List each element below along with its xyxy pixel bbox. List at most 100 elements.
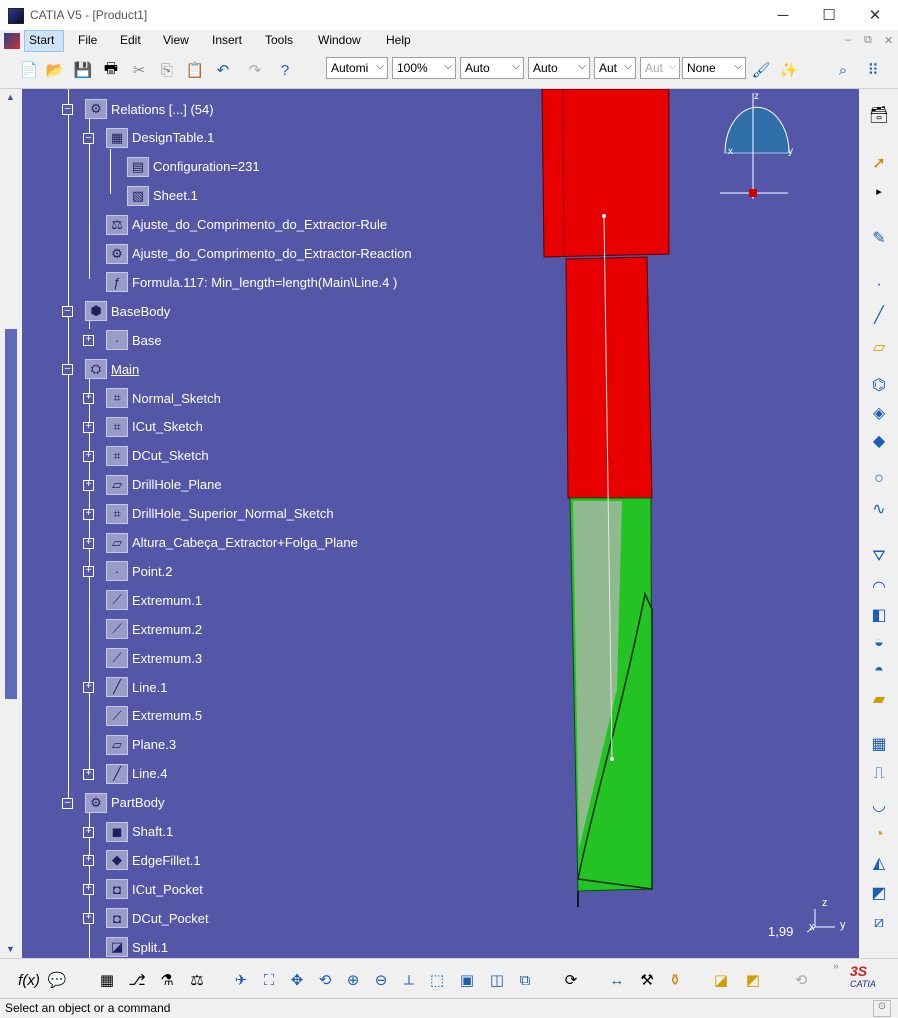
point-tool-icon[interactable]: · xyxy=(867,273,891,297)
tree-node[interactable]: ⟋ Extremum.1 xyxy=(106,589,202,611)
collapse-icon[interactable]: – xyxy=(62,104,73,115)
measure-item-icon[interactable]: ⚒ xyxy=(636,969,658,991)
catalog-icon[interactable]: ⎇ xyxy=(126,969,148,991)
graphic-properties-icon[interactable]: ✨ xyxy=(778,59,800,81)
expand-icon[interactable]: + xyxy=(83,826,94,838)
print-icon[interactable]: 🖶 xyxy=(100,59,122,81)
undo-icon[interactable]: ↶ xyxy=(212,59,234,81)
tree-node[interactable]: ⌗ DCut_Sketch xyxy=(106,445,209,467)
comment-icon[interactable]: 💬 xyxy=(46,969,68,991)
maximize-button[interactable]: ☐ xyxy=(806,0,852,30)
tree-node[interactable]: ▤ Configuration=231 xyxy=(127,156,260,178)
formula-icon[interactable]: f(x) xyxy=(18,969,40,991)
draft-icon[interactable]: ◭ xyxy=(867,851,891,875)
tree-node[interactable]: ⟋ Extremum.2 xyxy=(106,618,202,640)
menu-file[interactable]: File xyxy=(78,33,97,47)
tree-node[interactable]: ▱ DrillHole_Plane xyxy=(106,474,222,496)
knowledge-icon[interactable]: ⚗ xyxy=(156,969,178,991)
menu-insert[interactable]: Insert xyxy=(212,33,242,47)
tree-node[interactable]: ⚙ Ajuste_do_Comprimento_do_Extractor-Reac… xyxy=(106,243,412,265)
measure-inertia-icon[interactable]: ⚱ xyxy=(664,969,686,991)
catalog-browser-icon[interactable]: ◩ xyxy=(742,969,764,991)
tree-node[interactable]: ◆ EdgeFillet.1 xyxy=(106,849,201,871)
doc-restore-icon[interactable]: ⧉ xyxy=(864,34,872,47)
lookup-icon[interactable]: ⌕ xyxy=(832,59,854,81)
expand-icon[interactable]: + xyxy=(83,450,94,462)
power-input-icon[interactable]: ⊙ xyxy=(873,1000,891,1017)
expand-icon[interactable]: + xyxy=(83,479,94,491)
sketcher-icon[interactable]: ✎ xyxy=(867,226,891,250)
doc-minimize-icon[interactable]: – xyxy=(845,34,851,46)
select-arrow-icon[interactable]: ➚ xyxy=(867,151,891,175)
surface-icon[interactable]: ◡ xyxy=(867,793,891,817)
measure-icon[interactable]: ⎍ xyxy=(867,762,891,786)
extrude-icon[interactable]: ⌬ xyxy=(867,373,891,397)
shading-icon[interactable]: ▣ xyxy=(456,969,478,991)
tree-node[interactable]: ╱ Line.4 xyxy=(106,763,167,785)
new-icon[interactable]: 📄 xyxy=(18,59,40,81)
expand-icon[interactable]: + xyxy=(83,682,94,693)
line-thickness-combo[interactable]: Auto ⌵ xyxy=(460,57,524,79)
catia-app-icon[interactable] xyxy=(8,8,24,24)
fit-all-icon[interactable]: ⛶ xyxy=(258,969,280,991)
middle-cylinder[interactable] xyxy=(565,256,653,499)
boolean-icon[interactable]: ◔ xyxy=(867,823,891,847)
line-tool-icon[interactable]: ╱ xyxy=(867,303,891,327)
point-type-combo[interactable]: Aut ⌵ xyxy=(594,57,636,79)
design-table-icon[interactable]: ▦ xyxy=(96,969,118,991)
open-icon[interactable]: 📂 xyxy=(44,59,66,81)
circle-tool-icon[interactable]: ○ xyxy=(867,467,891,491)
tree-node[interactable]: ◘ ICut_Pocket xyxy=(106,878,203,900)
update-icon[interactable]: ⟳ xyxy=(560,969,582,991)
plane-tool-icon[interactable]: ▱ xyxy=(867,335,891,359)
expand-icon[interactable]: + xyxy=(83,508,94,520)
split-tool-icon[interactable]: ◩ xyxy=(867,881,891,905)
toolbar-overflow-icon[interactable]: » xyxy=(833,961,839,972)
tree-node[interactable]: ▧ Sheet.1 xyxy=(127,185,198,207)
collapse-icon[interactable]: – xyxy=(83,132,94,144)
close-button[interactable]: ✕ xyxy=(852,0,898,30)
whats-this-icon[interactable]: ? xyxy=(274,59,296,81)
expand-icon[interactable]: + xyxy=(83,884,94,896)
expand-icon[interactable]: + xyxy=(83,335,94,347)
pattern-icon[interactable]: ▦ xyxy=(867,732,891,756)
grid-icon[interactable]: ⠿ xyxy=(862,59,884,81)
save-icon[interactable]: 💾 xyxy=(72,59,94,81)
layer-combo[interactable]: None ⌵ xyxy=(682,57,746,79)
collapse-icon[interactable]: – xyxy=(62,797,73,809)
join-icon[interactable]: ⛛ xyxy=(867,545,891,569)
expand-arrow-icon[interactable]: ▸ xyxy=(867,179,891,203)
tree-node[interactable]: ⟋ Extremum.3 xyxy=(106,647,202,669)
tree-node[interactable]: ◘ DCut_Pocket xyxy=(106,907,209,929)
menu-view[interactable]: View xyxy=(163,33,189,47)
tree-node[interactable]: ⚙ PartBody xyxy=(85,792,164,814)
hide-show-icon[interactable]: ◫ xyxy=(486,969,508,991)
document-icon[interactable] xyxy=(4,33,20,49)
redo-icon[interactable]: ↷ xyxy=(244,59,266,81)
scrollbar-thumb[interactable] xyxy=(5,329,17,699)
line-type-combo[interactable]: Auto ⌵ xyxy=(528,57,590,79)
painter-icon[interactable]: 🖌 xyxy=(750,59,772,81)
swap-space-icon[interactable]: ⧉ xyxy=(514,969,536,991)
tree-node[interactable]: ╱ Line.1 xyxy=(106,676,167,698)
tree-node[interactable]: · Base xyxy=(106,329,162,351)
cut-icon[interactable]: ✂ xyxy=(128,59,150,81)
expand-icon[interactable]: + xyxy=(83,421,94,433)
pocket-tool-icon[interactable]: ◧ xyxy=(867,603,891,627)
tree-node[interactable]: ▱ Altura_Cabeça_Extractor+Folga_Plane xyxy=(106,532,358,554)
doc-close-icon[interactable]: ✕ xyxy=(884,34,893,47)
measure-between-icon[interactable]: ↔ xyxy=(606,969,628,991)
tree-node[interactable]: ⌗ ICut_Sketch xyxy=(106,416,203,438)
tree-node[interactable]: ◪ Split.1 xyxy=(106,936,168,958)
sweep-icon[interactable]: ◆ xyxy=(867,429,891,453)
tree-node[interactable]: ▱ Plane.3 xyxy=(106,734,176,756)
collapse-icon[interactable]: – xyxy=(62,364,73,376)
compass-icon[interactable] xyxy=(724,106,790,154)
paste-icon[interactable]: 📋 xyxy=(184,59,206,81)
expand-icon[interactable]: + xyxy=(83,913,94,925)
shell-icon[interactable]: ◒ xyxy=(867,631,891,655)
expand-icon[interactable]: + xyxy=(83,566,94,578)
part-design-icon[interactable]: 🗃 xyxy=(867,103,891,127)
revolve-icon[interactable]: ◈ xyxy=(867,401,891,425)
thick-surface-icon[interactable]: ▰ xyxy=(867,687,891,711)
